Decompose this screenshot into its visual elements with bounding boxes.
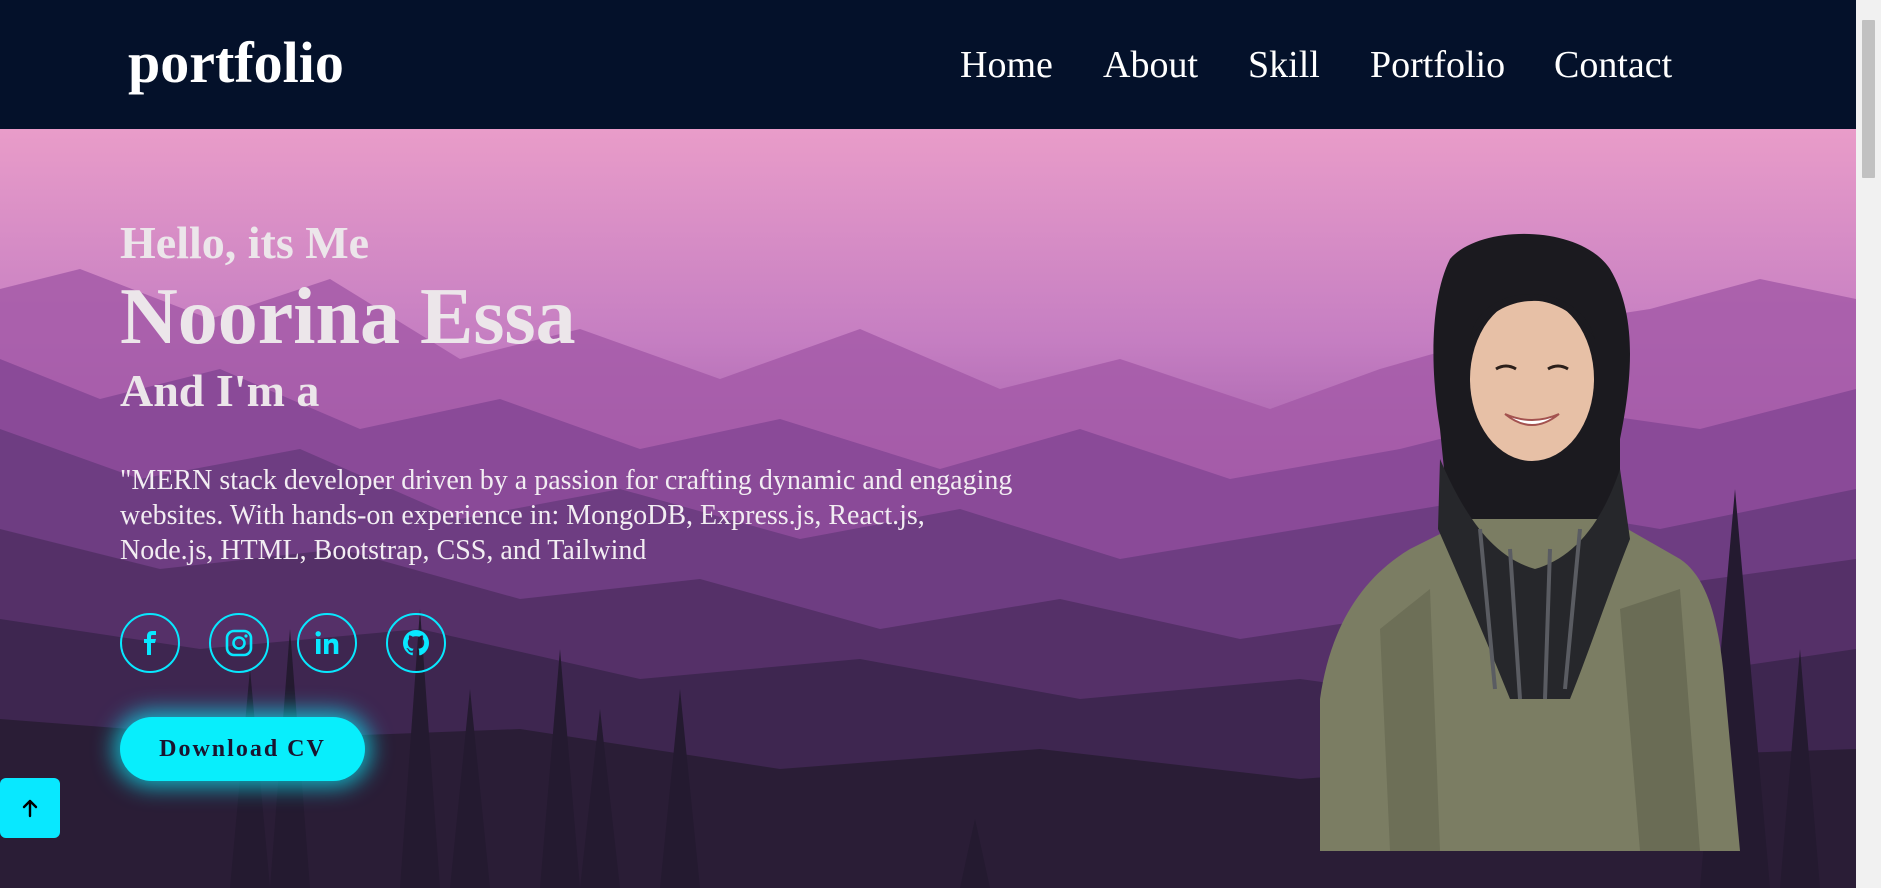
- hero-name: Noorina Essa: [120, 273, 576, 361]
- scroll-to-top-button[interactable]: [0, 778, 60, 838]
- linkedin-icon: [315, 631, 339, 654]
- page-scrollbar[interactable]: [1856, 0, 1881, 888]
- hero-bio: "MERN stack developer driven by a passio…: [120, 465, 1013, 566]
- nav-link-contact[interactable]: Contact: [1554, 40, 1672, 90]
- nav-link-home[interactable]: Home: [960, 40, 1053, 90]
- hero-section: Hello, its Me Noorina Essa And I'm a "ME…: [0, 129, 1856, 888]
- scrollbar-thumb[interactable]: [1862, 20, 1875, 178]
- instagram-link[interactable]: [209, 613, 269, 673]
- social-links: [120, 613, 520, 673]
- facebook-link[interactable]: [120, 613, 180, 673]
- hero-role: And I'm a: [120, 365, 320, 416]
- download-cv-button[interactable]: Download CV: [120, 717, 365, 781]
- nav-link-skill[interactable]: Skill: [1248, 40, 1320, 90]
- profile-photo: [1320, 233, 1740, 851]
- facebook-icon: [144, 631, 156, 655]
- nav-links: Home About Skill Portfolio Contact: [0, 40, 1856, 90]
- arrow-up-icon: [22, 799, 38, 818]
- navbar: portfolio Home About Skill Portfolio Con…: [0, 0, 1856, 129]
- hero-greeting: Hello, its Me: [120, 217, 370, 268]
- github-link[interactable]: [386, 613, 446, 673]
- linkedin-link[interactable]: [297, 613, 357, 673]
- nav-link-portfolio[interactable]: Portfolio: [1370, 40, 1505, 90]
- github-icon: [403, 630, 429, 656]
- nav-link-about[interactable]: About: [1103, 40, 1198, 90]
- instagram-icon: [225, 629, 253, 657]
